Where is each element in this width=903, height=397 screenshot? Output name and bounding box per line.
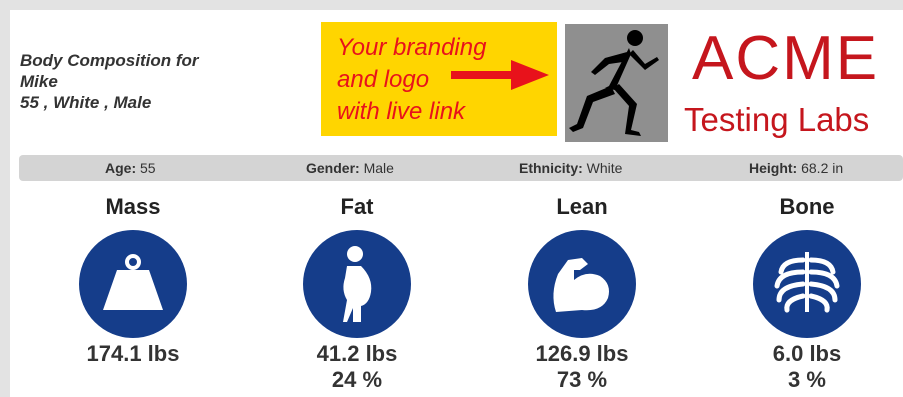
logo-subtitle: Testing Labs <box>684 101 870 138</box>
gender-value: Male <box>363 160 394 176</box>
metric-percent: 73 % <box>556 367 608 392</box>
metric-title: Mass <box>105 194 161 219</box>
metric-value: 41.2 lbs <box>316 341 398 366</box>
arrow-right-icon <box>451 60 549 90</box>
metric-title: Bone <box>779 194 835 219</box>
metric-percent: 3 % <box>788 367 826 392</box>
metric-value: 174.1 lbs <box>86 341 180 366</box>
metric-value: 126.9 lbs <box>535 341 629 366</box>
demographics-bar: Age: 55 Gender: Male Ethnicity: White He… <box>19 155 903 181</box>
logo-name: ACME <box>692 24 880 93</box>
metric-lean: Lean 126.9 lbs 73 % <box>482 190 682 393</box>
report-page: Body Composition for Mike 55 , White , M… <box>10 10 903 397</box>
runner-icon <box>569 30 659 136</box>
client-name: Mike <box>20 72 58 91</box>
gender-info: Gender: Male <box>306 160 394 176</box>
height-info: Height: 68.2 in <box>749 160 844 176</box>
promo-line-2: and logo <box>337 66 430 93</box>
metric-title: Fat <box>340 194 374 219</box>
report-header: Body Composition for Mike 55 , White , M… <box>20 50 310 113</box>
acme-logo: ACME Testing Labs <box>684 22 903 142</box>
metric-title: Lean <box>556 194 608 219</box>
metric-fat: Fat 41.2 lbs 24 % <box>257 190 457 393</box>
muscle-arm-icon <box>528 230 636 338</box>
runner-logo-image[interactable] <box>565 24 668 142</box>
report-title: Body Composition for <box>20 51 199 70</box>
metric-percent: 24 % <box>331 367 383 392</box>
client-summary: 55 , White , Male <box>20 93 152 112</box>
ethnicity-info: Ethnicity: White <box>519 160 623 176</box>
promo-line-1: Your branding <box>337 34 487 61</box>
age-info: Age: 55 <box>105 160 156 176</box>
ribcage-icon <box>753 230 861 338</box>
body-fat-icon <box>303 230 411 338</box>
age-value: 55 <box>140 160 156 176</box>
metric-bone: Bone 6.0 lbs 3 % <box>707 190 903 393</box>
ethnicity-value: White <box>586 160 623 176</box>
metric-mass: Mass 174.1 lbs <box>33 190 233 367</box>
branding-promo-link[interactable]: Your branding and logo with live link <box>321 22 557 136</box>
metric-value: 6.0 lbs <box>772 341 842 366</box>
height-value: 68.2 in <box>801 160 844 176</box>
promo-line-3: with live link <box>337 98 466 125</box>
weight-icon <box>79 230 187 338</box>
